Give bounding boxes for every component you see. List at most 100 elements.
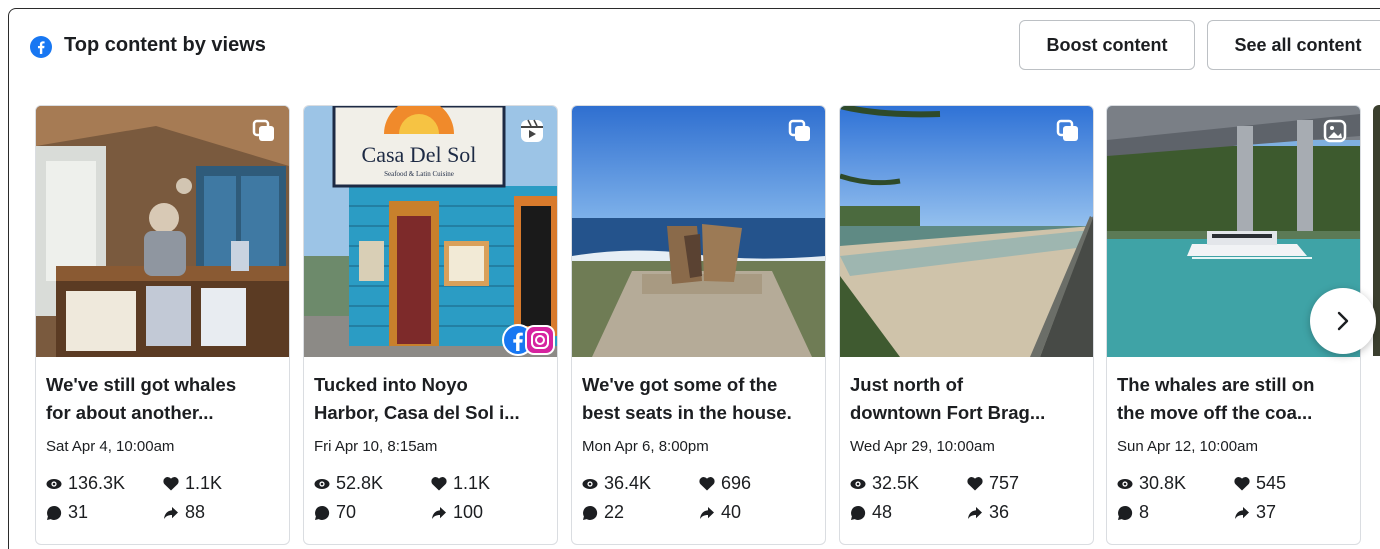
post-title-line: for about another... xyxy=(46,402,214,423)
post-date: Sun Apr 12, 10:00am xyxy=(1117,438,1258,455)
comments-count: 70 xyxy=(336,502,357,522)
chevron-right-icon xyxy=(1337,311,1349,331)
comments-stat: 22 xyxy=(582,502,624,523)
facebook-logo-icon xyxy=(30,36,52,58)
likes-stat: 696 xyxy=(699,473,751,494)
post-date: Mon Apr 6, 8:00pm xyxy=(582,438,709,455)
content-card[interactable]: We've still got whales for about another… xyxy=(35,105,290,545)
views-count: 136.3K xyxy=(68,473,126,493)
comment-icon xyxy=(47,505,62,520)
post-title[interactable]: Tucked into Noyo Harbor, Casa del Sol i.… xyxy=(314,371,546,427)
comments-stat: 48 xyxy=(850,502,892,523)
views-count: 32.5K xyxy=(872,473,920,493)
post-thumbnail[interactable] xyxy=(36,106,289,357)
eye-icon xyxy=(1117,478,1133,489)
views-count: 36.4K xyxy=(604,473,652,493)
post-title-line: downtown Fort Brag... xyxy=(850,402,1046,423)
heart-icon xyxy=(431,477,447,491)
likes-count: 1.1K xyxy=(185,473,223,493)
carousel-icon xyxy=(252,119,274,141)
views-count: 30.8K xyxy=(1139,473,1187,493)
views-stat: 136.3K xyxy=(46,473,125,494)
shares-count: 40 xyxy=(721,502,742,522)
post-title-line: Tucked into Noyo xyxy=(314,374,468,395)
shares-count: 36 xyxy=(989,502,1010,522)
content-card[interactable]: Casa Del Sol Seafood & Latin Cuisine Tuc xyxy=(303,105,558,545)
see-all-content-button[interactable]: See all content xyxy=(1207,20,1380,70)
shares-stat: 36 xyxy=(967,502,1009,523)
post-title[interactable]: Just north of downtown Fort Brag... xyxy=(850,371,1082,427)
share-icon xyxy=(968,506,982,519)
post-title-line: the move off the coa... xyxy=(1117,402,1313,423)
eye-icon xyxy=(314,478,330,489)
share-icon xyxy=(1235,506,1249,519)
views-count: 52.8K xyxy=(336,473,384,493)
post-title[interactable]: We've got some of the best seats in the … xyxy=(582,371,814,427)
comment-icon xyxy=(1118,505,1133,520)
shares-stat: 37 xyxy=(1234,502,1276,523)
heart-icon xyxy=(699,477,715,491)
comments-count: 48 xyxy=(872,502,893,522)
likes-stat: 545 xyxy=(1234,473,1286,494)
eye-icon xyxy=(46,478,62,489)
shares-count: 88 xyxy=(185,502,206,522)
shares-stat: 100 xyxy=(431,502,483,523)
post-title-line: The whales are still on xyxy=(1117,374,1315,395)
share-icon xyxy=(700,506,714,519)
shares-count: 37 xyxy=(1256,502,1277,522)
likes-count: 757 xyxy=(989,473,1020,493)
facebook-instagram-icon xyxy=(502,324,555,356)
views-stat: 52.8K xyxy=(314,473,383,494)
comment-icon xyxy=(851,505,866,520)
carousel-next-button[interactable] xyxy=(1310,288,1376,354)
post-title[interactable]: We've still got whales for about another… xyxy=(46,371,278,427)
comments-stat: 8 xyxy=(1117,502,1149,523)
content-card[interactable]: Just north of downtown Fort Brag... Wed … xyxy=(839,105,1094,545)
views-stat: 30.8K xyxy=(1117,473,1186,494)
photo-icon xyxy=(1323,119,1347,143)
comments-stat: 31 xyxy=(46,502,88,523)
section-title: Top content by views xyxy=(64,34,266,56)
comment-icon xyxy=(583,505,598,520)
share-icon xyxy=(164,506,178,519)
post-thumbnail[interactable] xyxy=(572,106,825,357)
post-thumbnail[interactable] xyxy=(840,106,1093,357)
likes-count: 1.1K xyxy=(453,473,491,493)
post-title-line: Harbor, Casa del Sol i... xyxy=(314,402,520,423)
likes-count: 696 xyxy=(721,473,752,493)
casa-del-sol-sign-sub: Seafood & Latin Cuisine xyxy=(384,170,454,178)
reel-icon xyxy=(521,119,543,142)
comments-count: 22 xyxy=(604,502,625,522)
comments-stat: 70 xyxy=(314,502,356,523)
post-title-line: best seats in the house. xyxy=(582,402,792,423)
post-date: Sat Apr 4, 10:00am xyxy=(46,438,175,455)
likes-stat: 1.1K xyxy=(163,473,222,494)
shares-count: 100 xyxy=(453,502,484,522)
heart-icon xyxy=(163,477,179,491)
heart-icon xyxy=(1234,477,1250,491)
post-title-line: Just north of xyxy=(850,374,964,395)
likes-stat: 1.1K xyxy=(431,473,490,494)
boost-content-button[interactable]: Boost content xyxy=(1019,20,1195,70)
likes-stat: 757 xyxy=(967,473,1019,494)
post-date: Wed Apr 29, 10:00am xyxy=(850,438,995,455)
views-stat: 36.4K xyxy=(582,473,651,494)
comments-count: 31 xyxy=(68,502,89,522)
carousel-icon xyxy=(788,119,810,141)
carousel-icon xyxy=(1056,119,1078,141)
post-title[interactable]: The whales are still on the move off the… xyxy=(1117,371,1349,427)
comments-count: 8 xyxy=(1139,502,1150,522)
views-stat: 32.5K xyxy=(850,473,919,494)
comment-icon xyxy=(315,505,330,520)
post-thumbnail[interactable]: Casa Del Sol Seafood & Latin Cuisine xyxy=(304,106,557,357)
shares-stat: 88 xyxy=(163,502,205,523)
eye-icon xyxy=(850,478,866,489)
post-title-line: We've got some of the xyxy=(582,374,778,395)
eye-icon xyxy=(582,478,598,489)
content-card[interactable]: We've got some of the best seats in the … xyxy=(571,105,826,545)
post-date: Fri Apr 10, 8:15am xyxy=(314,438,438,455)
casa-del-sol-sign: Casa Del Sol xyxy=(362,142,477,167)
likes-count: 545 xyxy=(1256,473,1287,493)
shares-stat: 40 xyxy=(699,502,741,523)
heart-icon xyxy=(967,477,983,491)
